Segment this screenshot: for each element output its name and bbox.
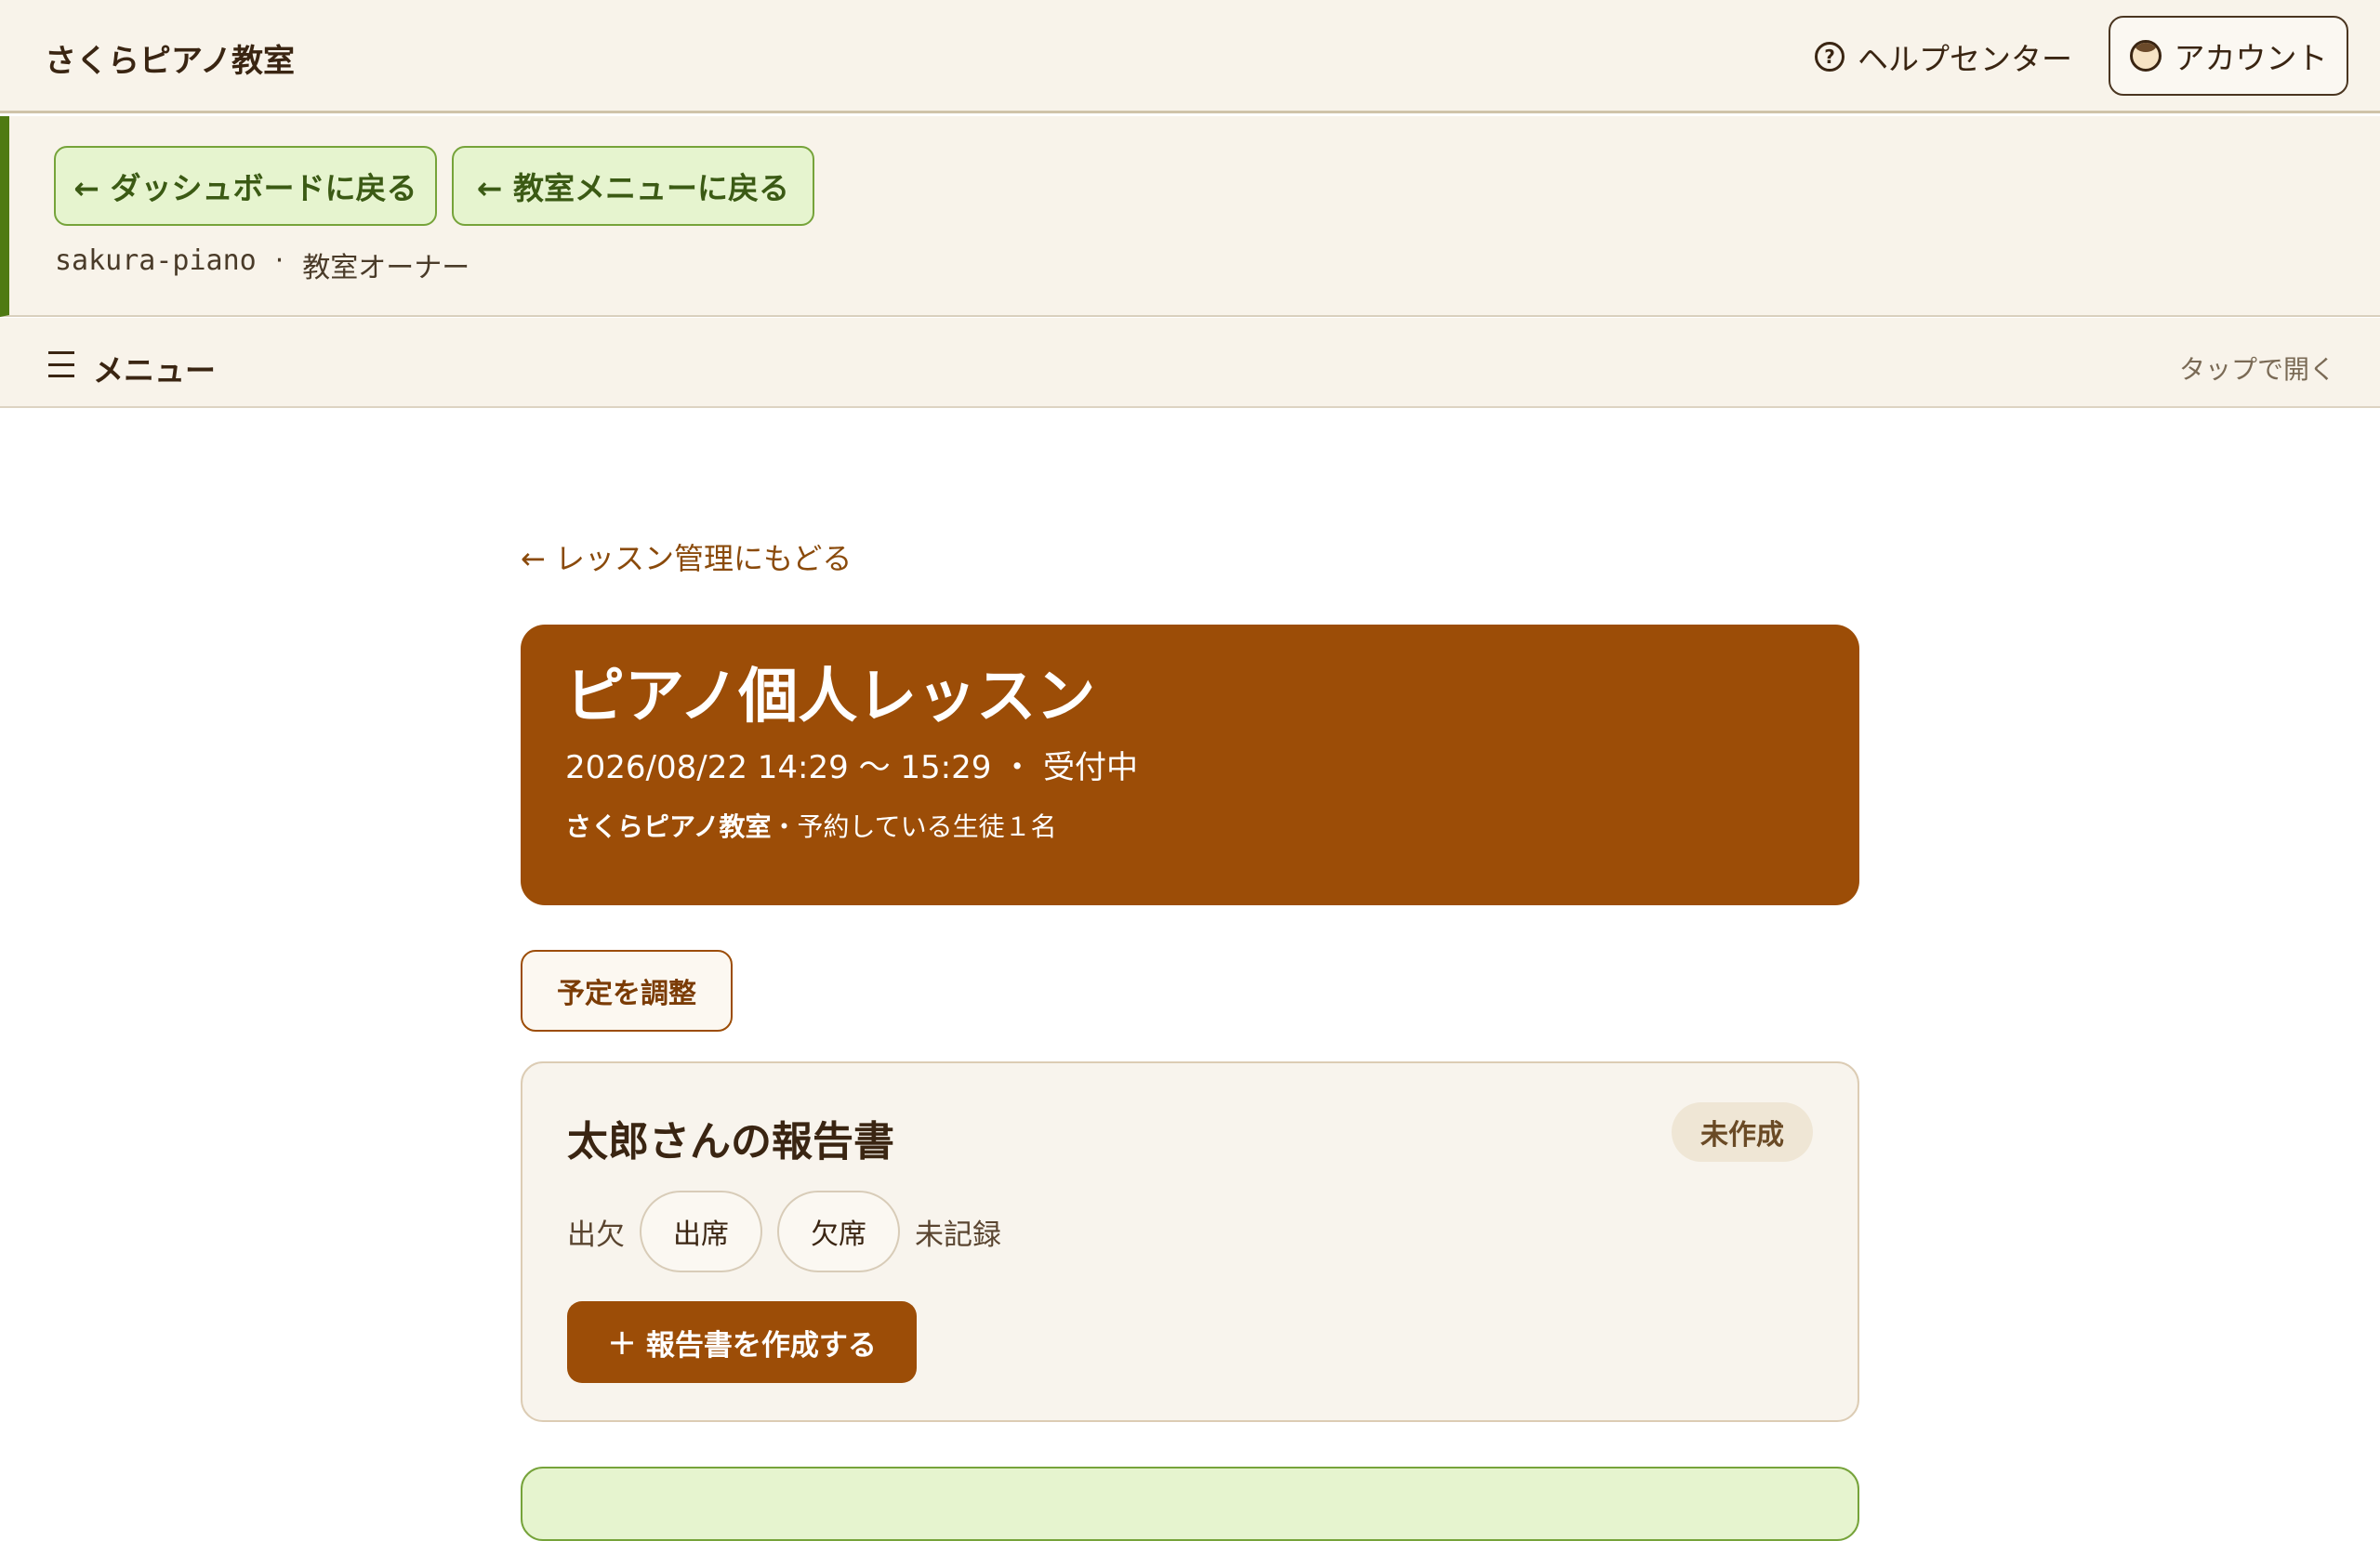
attendance-row: 出欠 出席 欠席 未記録: [567, 1190, 1001, 1273]
report-card: 太郎さんの報告書 未作成 出欠 出席 欠席 未記録 + 報告書を作成する: [521, 1061, 1859, 1422]
menu-label: メニュー: [93, 352, 216, 389]
user-role: 教室オーナー: [302, 252, 470, 284]
meta-separator: ・: [1001, 749, 1034, 786]
create-report-label: 報告書を作成する: [645, 1328, 877, 1363]
school-context: sakura-piano · 教室オーナー: [55, 244, 469, 285]
lesson-title: ピアノ個人レッスン: [565, 663, 1096, 731]
school-name: さくらピアノ教室: [565, 811, 772, 842]
plus-icon: +: [607, 1322, 637, 1363]
lesson-meta: 2026/08/22 14:29 〜 15:29 ・ 受付中: [565, 747, 1815, 788]
attendance-status: 未記録: [915, 1218, 1001, 1252]
account-button[interactable]: アカウント: [2109, 16, 2348, 96]
avatar-icon: [2129, 40, 2162, 72]
status-badge: 未作成: [1672, 1102, 1813, 1162]
top-bar: さくらピアノ教室 ? ヘルプセンター アカウント: [0, 0, 2380, 113]
help-icon: ?: [1815, 42, 1844, 72]
site-title[interactable]: さくらピアノ教室: [45, 35, 295, 81]
absent-button[interactable]: 欠席: [777, 1191, 900, 1272]
adjust-schedule-button[interactable]: 予定を調整: [521, 950, 733, 1032]
present-button[interactable]: 出席: [640, 1191, 762, 1272]
create-report-button[interactable]: + 報告書を作成する: [567, 1301, 917, 1383]
attendance-label: 出欠: [567, 1218, 625, 1252]
lesson-status: 受付中: [1042, 749, 1138, 786]
reserved-students: ・予約している生徒１名: [771, 811, 1057, 842]
report-title: 太郎さんの報告書: [567, 1118, 894, 1166]
next-section-card: [521, 1467, 1859, 1541]
school-id: sakura-piano: [55, 244, 257, 277]
back-to-school-menu-button[interactable]: ← 教室メニューに戻る: [452, 146, 814, 226]
back-to-dashboard-button[interactable]: ← ダッシュボードに戻る: [54, 146, 437, 226]
help-center-link[interactable]: ? ヘルプセンター: [1815, 35, 2072, 78]
menu-toggle[interactable]: メニュー タップで開く: [0, 318, 2380, 408]
lesson-header-card: ピアノ個人レッスン 2026/08/22 14:29 〜 15:29 ・ 受付中…: [521, 625, 1859, 905]
menu-hint: タップで開く: [2178, 354, 2335, 385]
lesson-datetime: 2026/08/22 14:29 〜 15:29: [565, 749, 992, 786]
separator: ·: [274, 244, 284, 277]
hamburger-icon: [48, 351, 74, 377]
account-label: アカウント: [2174, 40, 2328, 76]
sub-navigation: ← ダッシュボードに戻る ← 教室メニューに戻る sakura-piano · …: [0, 116, 2380, 317]
help-center-label: ヘルプセンター: [1858, 41, 2072, 77]
lesson-summary: さくらピアノ教室・予約している生徒１名: [565, 810, 1815, 844]
back-to-lessons-link[interactable]: ← レッスン管理にもどる: [521, 535, 852, 578]
